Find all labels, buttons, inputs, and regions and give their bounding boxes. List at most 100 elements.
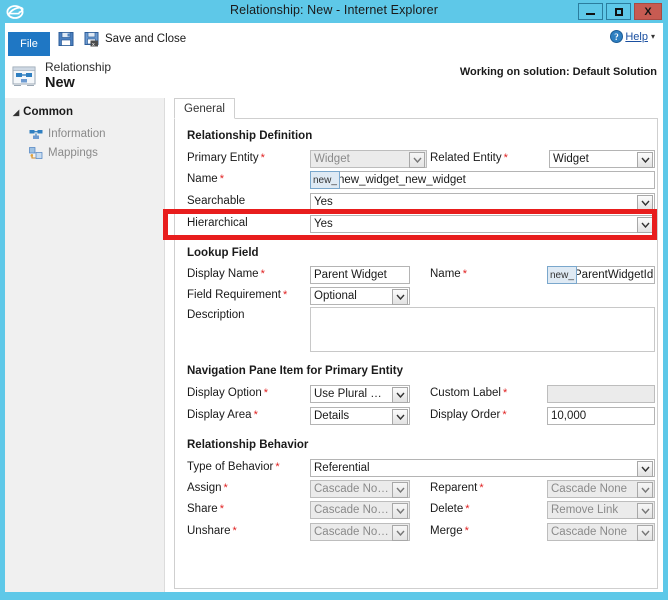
- required-marker: *: [283, 289, 287, 301]
- form-panel: General Relationship Definition Primary …: [165, 98, 663, 592]
- delete-value: Remove Link: [551, 504, 618, 516]
- chevron-down-icon: [392, 289, 408, 305]
- searchable-select[interactable]: Yes: [310, 193, 655, 211]
- chevron-down-icon: [392, 482, 408, 498]
- assign-select[interactable]: Cascade None: [310, 480, 410, 498]
- record-header: Relationship New Working on solution: De…: [5, 56, 663, 98]
- close-button[interactable]: X: [634, 3, 662, 20]
- chevron-down-icon: [637, 152, 653, 168]
- custom-label-input[interactable]: [547, 385, 655, 403]
- searchable-value: Yes: [314, 196, 333, 208]
- reparent-value: Cascade None: [551, 483, 627, 495]
- page-title: New: [45, 75, 75, 91]
- share-select[interactable]: Cascade None: [310, 501, 410, 519]
- mappings-icon: [29, 146, 43, 160]
- save-icon[interactable]: [58, 31, 74, 47]
- sidebar-item-label: Information: [48, 128, 106, 140]
- save-and-close-button[interactable]: x Save and Close: [84, 29, 186, 49]
- relationship-name-field[interactable]: new_widget_new_widget new_: [310, 171, 655, 189]
- window-title: Relationship: New - Internet Explorer: [0, 3, 668, 17]
- label-display-area: Display Area*: [187, 409, 258, 421]
- maximize-button[interactable]: [606, 3, 631, 20]
- label-display-option: Display Option*: [187, 387, 268, 399]
- form-tab-strip: General: [174, 98, 658, 119]
- label-primary-entity: Primary Entity*: [187, 152, 265, 164]
- chevron-down-icon: [392, 387, 408, 403]
- chevron-down-icon: [392, 503, 408, 519]
- label-merge: Merge*: [430, 525, 469, 537]
- required-marker: *: [220, 503, 224, 515]
- file-tab[interactable]: File: [8, 32, 50, 56]
- section-title-relationship-definition: Relationship Definition: [187, 130, 312, 142]
- maximize-icon: [615, 8, 623, 16]
- page-body: Relationship New Working on solution: De…: [5, 56, 663, 592]
- required-marker: *: [465, 525, 469, 537]
- ie-browser-window: Relationship: New - Internet Explorer X …: [0, 0, 668, 600]
- required-marker: *: [502, 409, 506, 421]
- share-value: Cascade None: [314, 504, 389, 516]
- display-area-value: Details: [314, 410, 349, 422]
- chevron-down-icon: [409, 152, 425, 168]
- lookup-name-field[interactable]: ParentWidgetId new_: [547, 266, 655, 284]
- merge-select[interactable]: Cascade None: [547, 523, 655, 541]
- chevron-down-icon: [637, 482, 653, 498]
- unshare-select[interactable]: Cascade None: [310, 523, 410, 541]
- label-unshare: Unshare*: [187, 525, 237, 537]
- chevron-down-icon: [637, 525, 653, 541]
- help-button[interactable]: ? Help ▾: [610, 30, 655, 43]
- reparent-select[interactable]: Cascade None: [547, 480, 655, 498]
- required-marker: *: [504, 152, 508, 164]
- display-order-input[interactable]: 10,000: [547, 407, 655, 425]
- record-type-label: Relationship: [45, 60, 111, 74]
- chevron-down-icon: ▾: [651, 32, 655, 41]
- sidebar: ◢ Common Information: [5, 98, 165, 592]
- required-marker: *: [503, 387, 507, 399]
- related-entity-select[interactable]: Widget: [549, 150, 655, 168]
- label-display-order: Display Order*: [430, 409, 507, 421]
- unshare-value: Cascade None: [314, 526, 389, 538]
- required-marker: *: [264, 387, 268, 399]
- lookup-name-prefix: new_: [547, 266, 577, 284]
- sidebar-item-information[interactable]: Information: [29, 126, 106, 142]
- svg-text:x: x: [92, 42, 95, 47]
- display-name-input[interactable]: Parent Widget: [310, 266, 410, 284]
- help-question-icon: ?: [610, 30, 623, 43]
- label-assign: Assign*: [187, 482, 228, 494]
- label-share: Share*: [187, 503, 224, 515]
- description-textarea[interactable]: [310, 307, 655, 352]
- minimize-button[interactable]: [578, 3, 603, 20]
- window-title-bar: Relationship: New - Internet Explorer X: [0, 0, 668, 23]
- required-marker: *: [224, 482, 228, 494]
- minimize-icon: [586, 13, 595, 15]
- field-requirement-select[interactable]: Optional: [310, 287, 410, 305]
- display-area-select[interactable]: Details: [310, 407, 410, 425]
- chevron-collapse-icon: ◢: [13, 108, 19, 117]
- delete-select[interactable]: Remove Link: [547, 501, 655, 519]
- label-field-requirement: Field Requirement*: [187, 289, 287, 301]
- solution-context-label: Working on solution: Default Solution: [460, 66, 657, 78]
- type-of-behavior-select[interactable]: Referential: [310, 459, 655, 477]
- primary-entity-select[interactable]: Widget: [310, 150, 427, 168]
- help-label: Help: [625, 31, 648, 43]
- label-custom-label: Custom Label*: [430, 387, 507, 399]
- display-option-select[interactable]: Use Plural Name: [310, 385, 410, 403]
- form-content: Relationship Definition Primary Entity* …: [174, 119, 658, 589]
- required-marker: *: [254, 409, 258, 421]
- display-order-value: 10,000: [551, 410, 586, 422]
- sidebar-group-common[interactable]: ◢ Common: [13, 106, 73, 118]
- label-hierarchical: Hierarchical: [187, 217, 248, 229]
- label-relationship-name: Name*: [187, 173, 224, 185]
- label-searchable: Searchable: [187, 195, 245, 207]
- tab-general[interactable]: General: [174, 98, 235, 119]
- section-title-lookup-field: Lookup Field: [187, 247, 259, 259]
- label-lookup-name: Name*: [430, 268, 467, 280]
- sidebar-item-mappings[interactable]: Mappings: [29, 145, 98, 161]
- chevron-down-icon: [637, 461, 653, 477]
- required-marker: *: [479, 482, 483, 494]
- required-marker: *: [463, 268, 467, 280]
- required-marker: *: [275, 461, 279, 473]
- section-title-relationship-behavior: Relationship Behavior: [187, 439, 308, 451]
- chevron-down-icon: [637, 195, 653, 211]
- save-and-close-label: Save and Close: [105, 33, 186, 45]
- hierarchical-select[interactable]: Yes: [310, 215, 655, 233]
